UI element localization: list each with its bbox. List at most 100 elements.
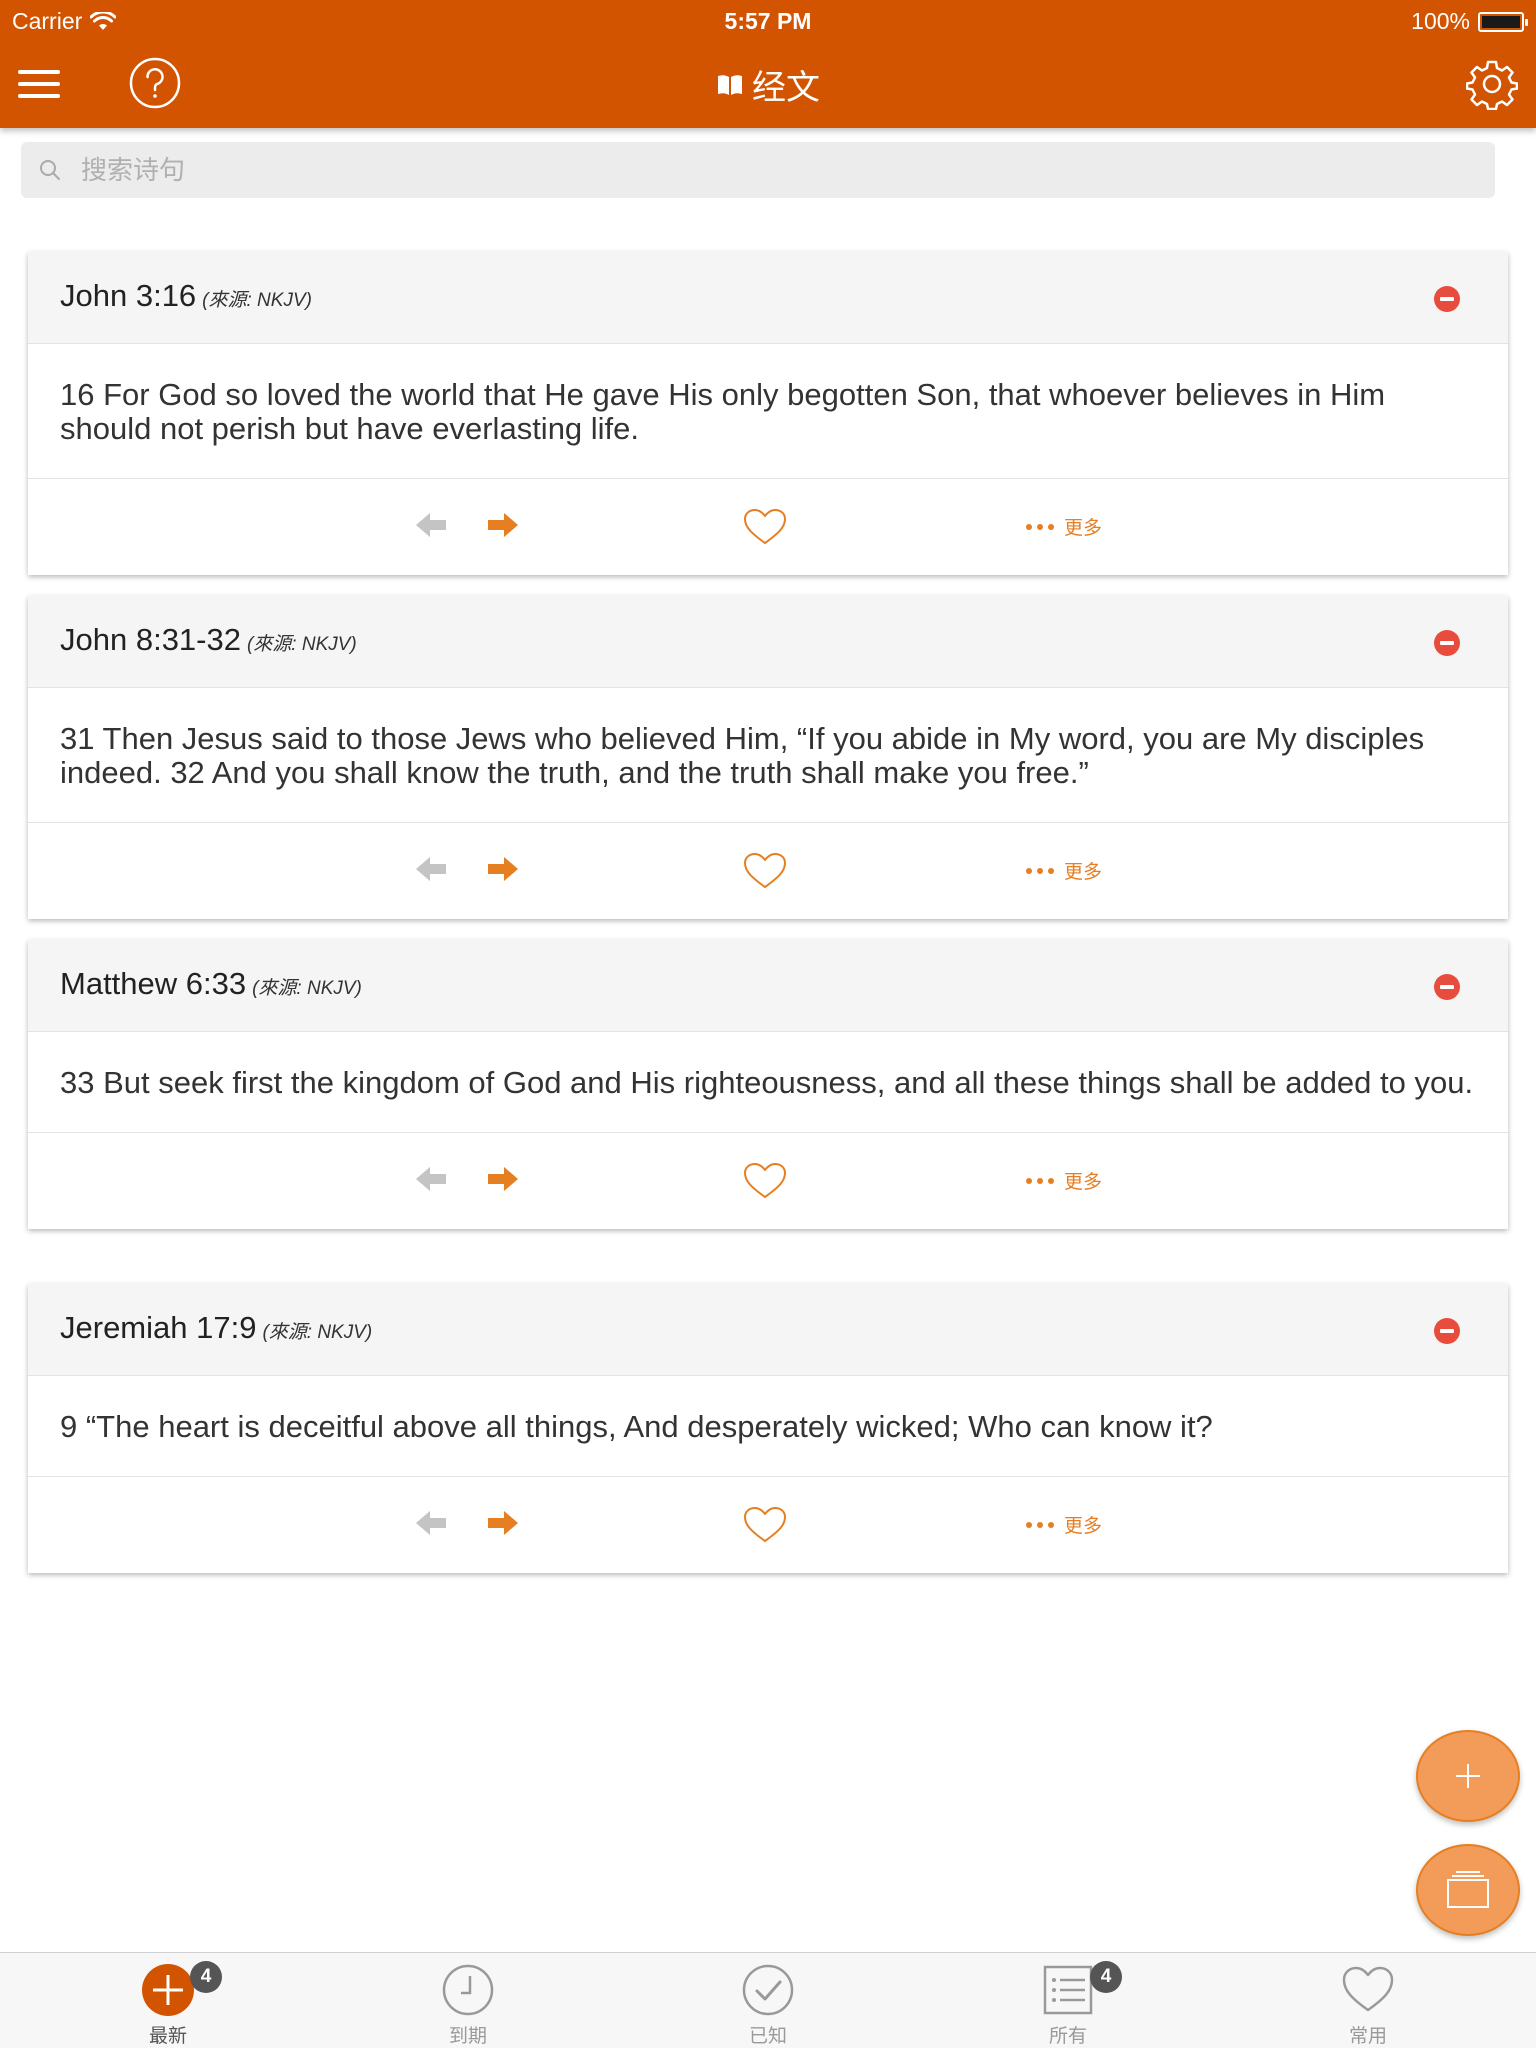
search-icon — [40, 160, 60, 180]
heart-icon — [744, 1163, 786, 1198]
verse-card-header: Jeremiah 17:9 (來源: NKJV) — [28, 1284, 1508, 1376]
more-label: 更多 — [1064, 1172, 1103, 1193]
more-dots-icon — [1026, 867, 1054, 874]
favorite-button[interactable] — [742, 1505, 788, 1550]
remove-verse-button[interactable] — [1434, 1318, 1460, 1344]
card-stack-icon — [1447, 1871, 1489, 1908]
verse-source: (來源: NKJV) — [202, 290, 312, 311]
favorite-button[interactable] — [742, 1161, 788, 1206]
arrow-left-icon — [416, 1167, 446, 1191]
list-icon — [1043, 1965, 1093, 2015]
search-input[interactable] — [81, 154, 1381, 186]
arrow-left-icon — [416, 857, 446, 881]
arrow-right-icon — [488, 1511, 518, 1535]
verse-text: 33 But seek first the kingdom of God and… — [28, 1032, 1508, 1133]
arrow-right-icon — [488, 1167, 518, 1191]
arrow-left-icon — [416, 1511, 446, 1535]
nav-bar: 经文 — [0, 42, 1536, 128]
verse-card-actions: 更多 — [28, 823, 1508, 919]
tab-label: 最新 — [148, 2026, 187, 2047]
more-dots-icon — [1026, 1177, 1054, 1184]
more-label: 更多 — [1064, 862, 1103, 883]
verse-card-header: John 8:31-32 (來源: NKJV) — [28, 596, 1508, 688]
more-label: 更多 — [1064, 1516, 1103, 1537]
tab-bar: 4 最新 到期 已知 4 所有 常用 — [0, 1952, 1536, 2048]
clock-icon — [442, 1964, 494, 2016]
verse-card: John 3:16 (來源: NKJV) 16 For God so loved … — [28, 252, 1508, 575]
tab-label: 到期 — [448, 2026, 487, 2047]
arrow-left-icon — [416, 513, 446, 537]
verse-text: 16 For God so loved the world that He ga… — [28, 344, 1508, 479]
favorite-button[interactable] — [742, 851, 788, 896]
tab-latest[interactable]: 4 最新 — [88, 1953, 248, 2048]
more-button[interactable]: 更多 — [1026, 857, 1102, 884]
previous-button[interactable] — [412, 505, 452, 550]
add-verse-button[interactable] — [1416, 1730, 1520, 1822]
verse-card: Matthew 6:33 (來源: NKJV) 33 But seek first… — [28, 940, 1508, 1229]
next-button[interactable] — [482, 505, 522, 550]
previous-button[interactable] — [412, 849, 452, 894]
gear-icon — [1465, 60, 1519, 111]
battery-label: 100% — [1411, 8, 1470, 34]
remove-verse-button[interactable] — [1434, 286, 1460, 312]
tab-badge: 4 — [190, 1961, 222, 1993]
verse-source: (來源: NKJV) — [262, 1322, 373, 1343]
next-button[interactable] — [482, 849, 522, 894]
plus-icon — [1456, 1764, 1480, 1788]
more-label: 更多 — [1064, 518, 1103, 539]
verse-reference-line: John 3:16 (來源: NKJV) — [60, 278, 312, 314]
battery-icon — [1478, 11, 1528, 32]
next-button[interactable] — [482, 1503, 522, 1548]
more-button[interactable]: 更多 — [1026, 1167, 1102, 1194]
verse-text: 31 Then Jesus said to those Jews who bel… — [28, 688, 1508, 823]
heart-icon — [744, 1507, 786, 1542]
verse-card-actions: 更多 — [28, 479, 1508, 575]
remove-verse-button[interactable] — [1434, 974, 1460, 1000]
more-dots-icon — [1026, 1521, 1054, 1528]
more-button[interactable]: 更多 — [1026, 1511, 1102, 1538]
remove-verse-button[interactable] — [1434, 630, 1460, 656]
tab-due[interactable]: 到期 — [388, 1953, 548, 2048]
previous-button[interactable] — [412, 1159, 452, 1204]
more-button[interactable]: 更多 — [1026, 513, 1102, 540]
verse-reference: John 8:31-32 — [60, 622, 241, 657]
check-circle-icon — [742, 1964, 794, 2016]
verse-source: (來源: NKJV) — [252, 978, 362, 999]
verse-card-actions: 更多 — [28, 1133, 1508, 1229]
tab-label: 常用 — [1348, 2026, 1387, 2047]
verse-reference-line: Matthew 6:33 (來源: NKJV) — [60, 966, 362, 1002]
heart-icon — [744, 853, 786, 888]
status-time: 5:57 PM — [724, 8, 812, 34]
verse-reference: John 3:16 — [60, 278, 197, 313]
verse-card: Jeremiah 17:9 (來源: NKJV) 9 “The heart is … — [28, 1284, 1508, 1573]
battery-indicator: 100% — [1411, 8, 1528, 35]
card-stack-button[interactable] — [1416, 1844, 1520, 1936]
next-button[interactable] — [482, 1159, 522, 1204]
tab-favorites[interactable]: 常用 — [1288, 1953, 1448, 2048]
top-bar: Carrier 5:57 PM 100% 经文 — [0, 0, 1536, 128]
status-bar: Carrier 5:57 PM 100% — [0, 0, 1536, 42]
more-dots-icon — [1026, 523, 1054, 530]
favorite-button[interactable] — [742, 507, 788, 552]
book-icon — [718, 74, 742, 95]
page-title: 经文 — [0, 60, 1536, 109]
verse-reference: Matthew 6:33 — [60, 966, 247, 1001]
tab-known[interactable]: 已知 — [688, 1953, 848, 2048]
verse-reference-line: Jeremiah 17:9 (來源: NKJV) — [60, 1310, 372, 1346]
tab-label: 已知 — [748, 2026, 787, 2047]
verse-reference: Jeremiah 17:9 — [60, 1310, 257, 1345]
heart-icon — [1342, 1966, 1394, 2012]
search-bar[interactable] — [21, 142, 1495, 198]
tab-all[interactable]: 4 所有 — [988, 1953, 1148, 2048]
settings-button[interactable] — [1465, 58, 1519, 115]
heart-icon — [744, 509, 786, 544]
verse-source: (來源: NKJV) — [246, 634, 357, 655]
page-title-text: 经文 — [752, 69, 820, 107]
verse-card-header: John 3:16 (來源: NKJV) — [28, 252, 1508, 344]
arrow-right-icon — [488, 513, 518, 537]
verse-card-header: Matthew 6:33 (來源: NKJV) — [28, 940, 1508, 1032]
previous-button[interactable] — [412, 1503, 452, 1548]
tab-label: 所有 — [1048, 2026, 1087, 2047]
plus-circle-icon — [142, 1964, 194, 2016]
tab-badge: 4 — [1090, 1961, 1122, 1993]
